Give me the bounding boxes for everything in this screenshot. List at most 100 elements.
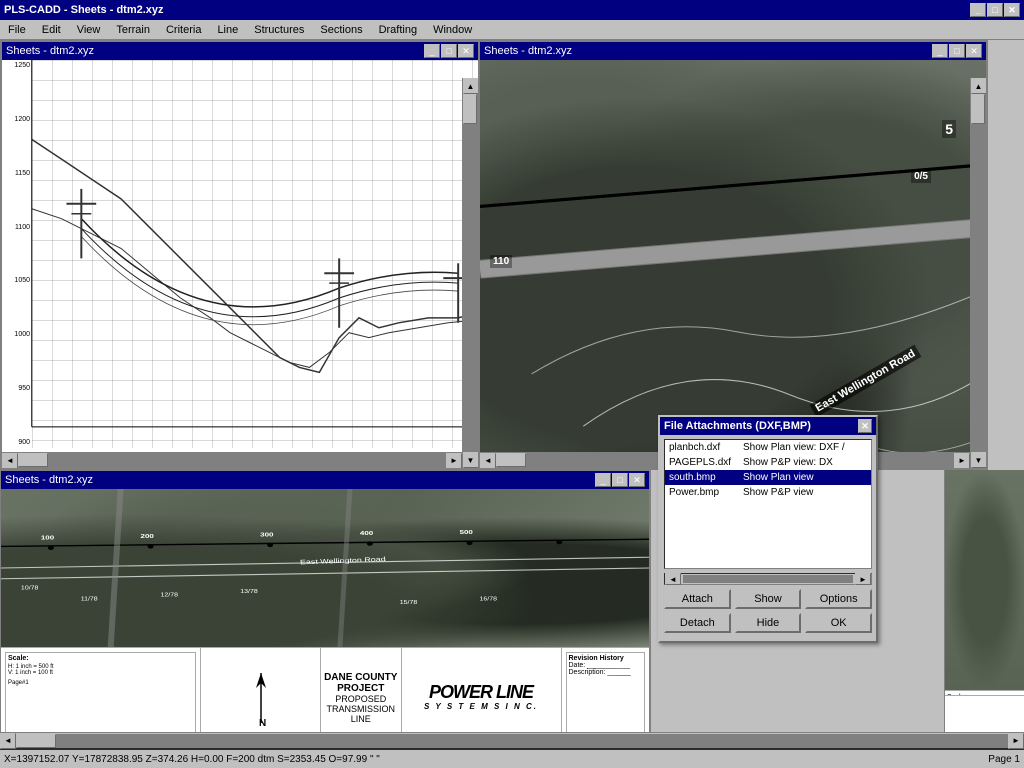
right-close[interactable]: ✕ <box>966 44 982 58</box>
svg-text:10/78: 10/78 <box>21 585 39 591</box>
right-window: Sheets - dtm2.xyz _ □ ✕ <box>478 40 988 470</box>
menu-bar: File Edit View Terrain Criteria Line Str… <box>0 20 1024 40</box>
menu-drafting[interactable]: Drafting <box>375 22 422 38</box>
options-button[interactable]: Options <box>805 589 872 609</box>
menu-line[interactable]: Line <box>213 22 242 38</box>
ok-button[interactable]: OK <box>805 613 872 633</box>
minimize-btn[interactable]: _ <box>970 3 986 17</box>
right-window-content: 5 0/5 110 East Wellington Road ▲ ▼ ◄ <box>480 60 986 468</box>
svg-text:100: 100 <box>41 535 54 541</box>
main-sb-right[interactable]: ► <box>1008 733 1024 749</box>
file-attachments-label: File Attachments (DXF,BMP) <box>664 420 811 432</box>
detach-button[interactable]: Detach <box>664 613 731 633</box>
menu-view[interactable]: View <box>73 22 105 38</box>
rsb-right[interactable]: ► <box>954 453 970 469</box>
project-line2: PROPOSED TRANSMISSION LINE <box>321 694 401 724</box>
left-scrollbar-v: ▲ ▼ <box>462 78 478 468</box>
svg-text:N: N <box>259 718 266 728</box>
rsb-up[interactable]: ▲ <box>971 78 987 94</box>
bl-minimize[interactable]: _ <box>595 473 611 487</box>
svg-text:12/78: 12/78 <box>161 593 179 599</box>
plan-aerial-photo: 100 200 300 400 500 East Wellington Road… <box>1 489 649 647</box>
main-sb-track <box>16 734 1008 748</box>
bl-close[interactable]: ✕ <box>629 473 645 487</box>
file-attachments-close[interactable]: ✕ <box>858 419 872 433</box>
sb-up[interactable]: ▲ <box>463 78 479 94</box>
svg-text:16/78: 16/78 <box>480 596 498 602</box>
left-close[interactable]: ✕ <box>458 44 474 58</box>
aerial-overlay <box>480 60 986 468</box>
menu-window[interactable]: Window <box>429 22 476 38</box>
rsb-track <box>971 94 987 452</box>
menu-file[interactable]: File <box>4 22 30 38</box>
project-line1: DANE COUNTY PROJECT <box>321 672 401 694</box>
rsb-left[interactable]: ◄ <box>480 453 496 469</box>
left-maximize[interactable]: □ <box>441 44 457 58</box>
main-sb-left[interactable]: ◄ <box>0 733 16 749</box>
file-item-0[interactable]: planbch.dxf Show Plan view: DXF / <box>665 440 871 455</box>
bottom-left-title: Sheets - dtm2.xyz _ □ ✕ <box>1 471 649 489</box>
bottom-left-label: Sheets - dtm2.xyz <box>5 474 93 486</box>
dialog-buttons-row2: Detach Hide OK <box>664 613 872 633</box>
left-scrollbar-h: ◄ ► <box>2 452 462 468</box>
rsb-thumb-v[interactable] <box>971 94 985 124</box>
right-maximize[interactable]: □ <box>949 44 965 58</box>
file-list-scroll-left[interactable]: ◄ <box>665 573 681 585</box>
file-item-2[interactable]: south.bmp Show Plan view <box>665 470 871 485</box>
small-aerial-panel <box>945 470 1024 690</box>
sb-left[interactable]: ◄ <box>2 453 18 469</box>
title-bar: PLS-CADD - Sheets - dtm2.xyz _ □ ✕ <box>0 0 1024 20</box>
rsb-down[interactable]: ▼ <box>971 452 987 468</box>
left-win-controls: _ □ ✕ <box>424 44 474 58</box>
file-list[interactable]: planbch.dxf Show Plan view: DXF / PAGEPL… <box>664 439 872 569</box>
menu-structures[interactable]: Structures <box>250 22 308 38</box>
station-label: 5 <box>942 120 956 138</box>
right-scrollbar-v: ▲ ▼ <box>970 78 986 468</box>
menu-edit[interactable]: Edit <box>38 22 65 38</box>
top-row: Sheets - dtm2.xyz _ □ ✕ 1250 1200 1150 1… <box>0 40 1024 470</box>
menu-terrain[interactable]: Terrain <box>112 22 154 38</box>
sb-track-h <box>18 453 446 469</box>
svg-text:13/78: 13/78 <box>240 589 258 595</box>
status-bar: X=1397152.07 Y=17872838.95 Z=374.26 H=0.… <box>0 748 1024 768</box>
attach-button[interactable]: Attach <box>664 589 731 609</box>
close-btn[interactable]: ✕ <box>1004 3 1020 17</box>
left-window-label: Sheets - dtm2.xyz <box>6 45 94 57</box>
right-window-label: Sheets - dtm2.xyz <box>484 45 572 57</box>
sb-right[interactable]: ► <box>446 453 462 469</box>
file-attachments-title-bar: File Attachments (DXF,BMP) ✕ <box>660 417 876 435</box>
sb-thumb-v[interactable] <box>463 94 477 124</box>
rsb-thumb-h[interactable] <box>496 453 526 467</box>
sb-thumb-h[interactable] <box>18 453 48 467</box>
menu-sections[interactable]: Sections <box>316 22 366 38</box>
svg-text:11/78: 11/78 <box>81 596 99 602</box>
left-minimize[interactable]: _ <box>424 44 440 58</box>
file-list-scroll-right[interactable]: ► <box>855 573 871 585</box>
north-arrow-svg: N <box>236 668 286 728</box>
logo-subtitle: S Y S T E M S I N C. <box>424 703 538 712</box>
app-title: PLS-CADD - Sheets - dtm2.xyz <box>4 4 164 16</box>
sb-track <box>463 94 479 452</box>
file-attachments-dialog: File Attachments (DXF,BMP) ✕ planbch.dxf… <box>658 415 878 643</box>
file-list-scrollbar: ◄ ► <box>664 573 872 585</box>
powerline-logo-text: POWER LINE S Y S T E M S I N C. <box>424 683 538 712</box>
small-aerial-bg <box>945 470 1024 690</box>
main-sb-thumb[interactable] <box>16 734 56 748</box>
file-item-3[interactable]: Power.bmp Show P&P view <box>665 485 871 500</box>
right-minimize[interactable]: _ <box>932 44 948 58</box>
sb-down[interactable]: ▼ <box>463 452 479 468</box>
menu-criteria[interactable]: Criteria <box>162 22 205 38</box>
show-button[interactable]: Show <box>735 589 802 609</box>
right-win-controls: _ □ ✕ <box>932 44 982 58</box>
title-bar-controls: _ □ ✕ <box>970 3 1020 17</box>
profile-chart: 1250 1200 1150 1100 1050 1000 950 900 <box>2 60 478 468</box>
bl-maximize[interactable]: □ <box>612 473 628 487</box>
maximize-btn[interactable]: □ <box>987 3 1003 17</box>
left-window-title: Sheets - dtm2.xyz _ □ ✕ <box>2 42 478 60</box>
station-110-label: 110 <box>490 255 512 268</box>
hide-button[interactable]: Hide <box>735 613 802 633</box>
bottom-left-window: Sheets - dtm2.xyz _ □ ✕ <box>0 470 650 748</box>
svg-text:300: 300 <box>260 532 273 538</box>
file-item-1[interactable]: PAGEPLS.dxf Show P&P view: DX <box>665 455 871 470</box>
right-window-title: Sheets - dtm2.xyz _ □ ✕ <box>480 42 986 60</box>
